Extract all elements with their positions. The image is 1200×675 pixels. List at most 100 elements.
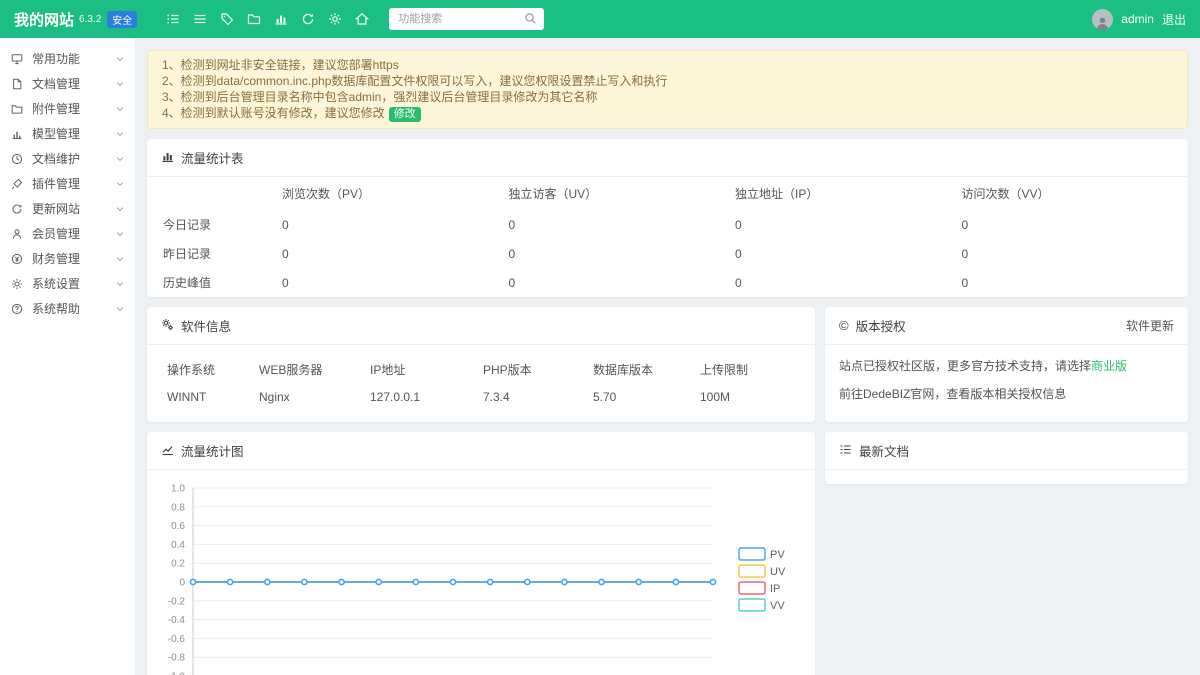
nav-gear-icon[interactable] bbox=[321, 8, 348, 30]
legend-item-PV[interactable]: PV bbox=[739, 548, 785, 561]
field-label: IP地址 bbox=[370, 357, 483, 390]
nav-tag-icon[interactable] bbox=[213, 8, 240, 30]
line-chart-icon bbox=[161, 443, 174, 459]
license-text: 站点已授权社区版，更多官方技术支持，请选择 bbox=[839, 359, 1091, 373]
alert-line: 2、检测到data/common.inc.php数据库配置文件权限可以写入，建议… bbox=[162, 73, 1173, 89]
field-label: WEB服务器 bbox=[259, 357, 370, 390]
fix-account-button[interactable]: 修改 bbox=[389, 107, 421, 122]
cell: 0 bbox=[962, 239, 1189, 268]
nav-chart-icon[interactable] bbox=[267, 8, 294, 30]
svg-text:UV: UV bbox=[770, 566, 786, 578]
sidebar-item-common[interactable]: 常用功能 bbox=[0, 46, 135, 71]
chevron-down-icon bbox=[116, 55, 124, 63]
svg-text:-1.0: -1.0 bbox=[168, 672, 186, 675]
chevron-down-icon bbox=[116, 280, 124, 288]
cell: 0 bbox=[282, 239, 509, 268]
legend-item-UV[interactable]: UV bbox=[739, 565, 786, 578]
field-value: 127.0.0.1 bbox=[370, 390, 483, 408]
legend-item-VV[interactable]: VV bbox=[739, 599, 785, 612]
chart-row: 流量统计图 1.00.80.60.40.20-0.2-0.4-0.6-0.8-1… bbox=[147, 432, 1188, 675]
username[interactable]: admin bbox=[1121, 12, 1154, 26]
folder-icon bbox=[11, 103, 25, 115]
sidebar-item-plugins[interactable]: 插件管理 bbox=[0, 171, 135, 196]
chevron-down-icon bbox=[116, 155, 124, 163]
cell: 0 bbox=[962, 268, 1189, 297]
main-content: 1、检测到网址非安全链接，建议您部署https 2、检测到data/common… bbox=[135, 38, 1200, 675]
security-badge[interactable]: 安全 bbox=[107, 11, 137, 28]
traffic-table: 浏览次数（PV） 独立访客（UV） 独立地址（IP） 访问次数（VV） 今日记录… bbox=[147, 177, 1188, 297]
sidebar-item-settings[interactable]: 系统设置 bbox=[0, 271, 135, 296]
help-icon bbox=[11, 303, 25, 315]
nav-home-icon[interactable] bbox=[348, 8, 375, 30]
svg-text:-0.4: -0.4 bbox=[168, 615, 186, 626]
nav-refresh-icon[interactable] bbox=[294, 8, 321, 30]
business-edition-link[interactable]: 商业版 bbox=[1091, 359, 1127, 373]
field-value: WINNT bbox=[167, 390, 259, 408]
search-input[interactable] bbox=[389, 8, 544, 30]
latest-docs-header: 最新文档 bbox=[825, 432, 1188, 470]
data-point bbox=[265, 579, 270, 584]
field-value: 7.3.4 bbox=[483, 390, 593, 408]
legend-item-IP[interactable]: IP bbox=[739, 582, 780, 595]
sidebar-item-help[interactable]: 系统帮助 bbox=[0, 296, 135, 321]
avatar[interactable] bbox=[1092, 9, 1113, 30]
sidebar-item-update-site[interactable]: 更新网站 bbox=[0, 196, 135, 221]
license-header: © 版本授权 软件更新 bbox=[825, 307, 1188, 345]
quick-nav bbox=[159, 8, 375, 30]
card-title: 软件信息 bbox=[181, 316, 231, 335]
chevron-down-icon bbox=[116, 80, 124, 88]
chevron-down-icon bbox=[116, 305, 124, 313]
svg-text:0: 0 bbox=[179, 578, 185, 589]
svg-text:0.6: 0.6 bbox=[171, 521, 185, 532]
sidebar-item-maintenance[interactable]: 文档维护 bbox=[0, 146, 135, 171]
svg-text:IP: IP bbox=[770, 583, 780, 595]
chevron-down-icon bbox=[116, 205, 124, 213]
traffic-table-header: 流量统计表 bbox=[147, 139, 1188, 177]
field-value: Nginx bbox=[259, 390, 370, 408]
nav-folder-icon[interactable] bbox=[240, 8, 267, 30]
software-update-link[interactable]: 软件更新 bbox=[1126, 317, 1174, 334]
column-header-vv: 访问次数（VV） bbox=[962, 177, 1189, 210]
sidebar-item-documents[interactable]: 文档管理 bbox=[0, 71, 135, 96]
row-label: 今日记录 bbox=[147, 210, 282, 239]
table-header-row: 浏览次数（PV） 独立访客（UV） 独立地址（IP） 访问次数（VV） bbox=[147, 177, 1188, 210]
monitor-icon bbox=[11, 53, 25, 65]
data-point bbox=[228, 579, 233, 584]
sidebar-item-label: 会员管理 bbox=[32, 225, 116, 242]
data-point bbox=[636, 579, 641, 584]
row-label: 历史峰值 bbox=[147, 268, 282, 297]
field-label: 数据库版本 bbox=[593, 357, 700, 390]
chevron-down-icon bbox=[116, 230, 124, 238]
search-icon[interactable] bbox=[524, 12, 537, 28]
sidebar-item-label: 常用功能 bbox=[32, 50, 116, 67]
license-body: 站点已授权社区版，更多官方技术支持，请选择商业版 前往DedeBIZ官网，查看版… bbox=[825, 345, 1188, 414]
nav-list-icon[interactable] bbox=[159, 8, 186, 30]
plugin-icon bbox=[11, 178, 25, 190]
sidebar-item-models[interactable]: 模型管理 bbox=[0, 121, 135, 146]
cell: 0 bbox=[509, 268, 736, 297]
data-point bbox=[413, 579, 418, 584]
money-icon bbox=[11, 253, 25, 265]
software-info-header: 软件信息 bbox=[147, 307, 815, 345]
brand[interactable]: 我的网站 bbox=[14, 9, 74, 30]
alert-line: 4、检测到默认账号没有修改，建议您修改修改 bbox=[162, 105, 1173, 122]
sidebar-item-attachments[interactable]: 附件管理 bbox=[0, 96, 135, 121]
cell: 0 bbox=[282, 210, 509, 239]
logout-link[interactable]: 退出 bbox=[1162, 11, 1186, 28]
software-info-grid: 操作系统 WEB服务器 IP地址 PHP版本 数据库版本 上传限制 WINNT … bbox=[147, 345, 815, 422]
data-point bbox=[339, 579, 344, 584]
card-title: 流量统计图 bbox=[181, 441, 244, 460]
svg-text:PV: PV bbox=[770, 549, 785, 561]
chevron-down-icon bbox=[116, 255, 124, 263]
cell: 0 bbox=[735, 210, 962, 239]
alert-line: 3、检测到后台管理目录名称中包含admin，强烈建议后台管理目录修改为其它名称 bbox=[162, 89, 1173, 105]
data-point bbox=[562, 579, 567, 584]
data-point bbox=[450, 579, 455, 584]
security-alert: 1、检测到网址非安全链接，建议您部署https 2、检测到data/common… bbox=[147, 50, 1188, 129]
search-box bbox=[389, 8, 544, 30]
sidebar-item-members[interactable]: 会员管理 bbox=[0, 221, 135, 246]
nav-menu-icon[interactable] bbox=[186, 8, 213, 30]
field-value: 5.70 bbox=[593, 390, 700, 408]
sidebar-item-finance[interactable]: 财务管理 bbox=[0, 246, 135, 271]
card-title: 版本授权 bbox=[856, 316, 906, 335]
